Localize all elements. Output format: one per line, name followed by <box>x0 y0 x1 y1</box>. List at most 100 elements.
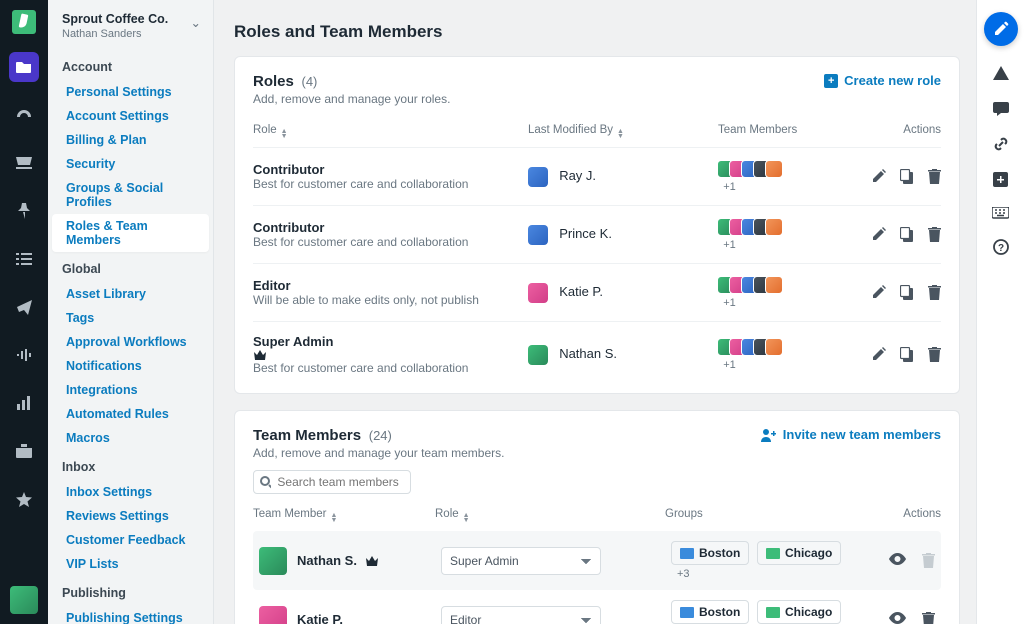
group-chip-chicago[interactable]: Chicago <box>757 541 841 565</box>
delete-icon[interactable] <box>928 285 941 300</box>
sidebar-item[interactable]: Customer Feedback <box>52 528 209 552</box>
sidebar-item[interactable]: Groups & Social Profiles <box>52 176 209 214</box>
team-members-col: +1 <box>717 160 872 193</box>
edit-icon[interactable] <box>872 227 886 242</box>
duplicate-icon[interactable] <box>900 227 914 242</box>
role-row: Super Admin Best for customer care and c… <box>253 321 941 387</box>
view-icon[interactable] <box>889 553 906 568</box>
rail-item-listening[interactable] <box>9 340 39 370</box>
duplicate-icon[interactable] <box>900 347 914 362</box>
team-members-card: Team Members (24) Add, remove and manage… <box>234 410 960 624</box>
rail-item-reviews[interactable] <box>9 484 39 514</box>
search-team-members[interactable] <box>253 470 411 494</box>
sidebar-item[interactable]: Security <box>52 152 209 176</box>
sidebar-section-inbox: Inbox <box>48 450 213 480</box>
edit-icon[interactable] <box>872 169 886 184</box>
team-members-col: +1 <box>717 276 872 309</box>
rail-item-reports[interactable] <box>9 388 39 418</box>
chat-icon[interactable] <box>993 101 1009 116</box>
folder-icon <box>16 60 32 74</box>
team-members-col: +1 <box>717 218 872 251</box>
col-modified[interactable]: Last Modified By▲▼ <box>528 124 718 139</box>
folder-icon <box>680 607 694 618</box>
avatar <box>765 338 783 356</box>
rail-item-inbox[interactable] <box>9 148 39 178</box>
duplicate-icon[interactable] <box>900 285 914 300</box>
sidebar-item[interactable]: Account Settings <box>52 104 209 128</box>
link-icon[interactable] <box>993 136 1009 152</box>
sidebar-item[interactable]: Billing & Plan <box>52 128 209 152</box>
sidebar-item[interactable]: Inbox Settings <box>52 480 209 504</box>
add-icon[interactable] <box>993 172 1008 187</box>
col-actions: Actions <box>855 508 941 523</box>
sidebar-item[interactable]: VIP Lists <box>52 552 209 576</box>
crown-icon <box>365 555 379 567</box>
duplicate-icon[interactable] <box>900 169 914 184</box>
rail-item-dashboard[interactable] <box>9 100 39 130</box>
keyboard-icon[interactable] <box>992 207 1009 219</box>
sort-icon: ▲▼ <box>617 129 624 139</box>
sidebar-section-account: Account <box>48 50 213 80</box>
rail-item-tools[interactable] <box>9 436 39 466</box>
avatar <box>528 167 548 187</box>
sidebar-item[interactable]: Notifications <box>52 354 209 378</box>
invite-members-button[interactable]: Invite new team members <box>761 427 941 442</box>
more-groups: +3 <box>677 568 690 580</box>
sidebar-item[interactable]: Personal Settings <box>52 80 209 104</box>
modified-by: Prince K. <box>528 225 718 245</box>
sidebar-item[interactable]: Reviews Settings <box>52 504 209 528</box>
sidebar-item[interactable]: Publishing Settings <box>52 606 209 624</box>
sidebar-item[interactable]: Tags <box>52 306 209 330</box>
rail-item-compose[interactable] <box>9 52 39 82</box>
edit-icon[interactable] <box>872 285 886 300</box>
view-icon[interactable] <box>889 612 906 624</box>
folder-icon <box>766 548 780 559</box>
edit-icon[interactable] <box>872 347 886 362</box>
sidebar-item[interactable]: Roles & Team Members <box>52 214 209 252</box>
sidebar-item[interactable]: Asset Library <box>52 282 209 306</box>
star-icon <box>16 492 32 507</box>
alert-icon[interactable] <box>993 66 1009 81</box>
rail-item-feeds[interactable] <box>9 244 39 274</box>
sidebar-item[interactable]: Macros <box>52 426 209 450</box>
sidebar-section-publishing: Publishing <box>48 576 213 606</box>
sidebar-item[interactable]: Integrations <box>52 378 209 402</box>
compose-button[interactable] <box>984 12 1018 46</box>
role-select[interactable]: Editor <box>441 606 601 624</box>
settings-sidebar: Sprout Coffee Co. Nathan Sanders ⌄ Accou… <box>48 0 214 624</box>
sidebar-item[interactable]: Approval Workflows <box>52 330 209 354</box>
role-select[interactable]: Super Admin <box>441 547 601 575</box>
avatar <box>528 345 548 365</box>
member-name: Katie P. <box>297 612 343 624</box>
chevron-down-icon: ⌄ <box>191 15 201 30</box>
delete-icon[interactable] <box>922 612 935 624</box>
col-role[interactable]: Role▲▼ <box>253 124 528 139</box>
rail-item-pin[interactable] <box>9 196 39 226</box>
sidebar-item[interactable]: Automated Rules <box>52 402 209 426</box>
search-input[interactable] <box>277 475 404 489</box>
col-role[interactable]: Role▲▼ <box>435 508 665 523</box>
org-switcher[interactable]: Sprout Coffee Co. Nathan Sanders ⌄ <box>48 0 213 50</box>
group-chip-chicago[interactable]: Chicago <box>757 600 841 624</box>
create-role-button[interactable]: + Create new role <box>824 73 941 88</box>
delete-icon[interactable] <box>928 169 941 184</box>
avatar <box>765 160 783 178</box>
help-icon[interactable]: ? <box>993 239 1009 255</box>
sort-icon: ▲▼ <box>281 129 288 139</box>
group-chip-boston[interactable]: Boston <box>671 600 749 624</box>
sidebar-section-global: Global <box>48 252 213 282</box>
delete-icon[interactable] <box>928 227 941 242</box>
delete-icon[interactable] <box>928 347 941 362</box>
roles-column-header: Role▲▼ Last Modified By▲▼ Team Members A… <box>253 116 941 147</box>
folder-icon <box>766 607 780 618</box>
more-count: +1 <box>723 181 736 193</box>
rail-item-publishing[interactable] <box>9 292 39 322</box>
paper-plane-icon <box>17 300 32 315</box>
group-chip-boston[interactable]: Boston <box>671 541 749 565</box>
svg-text:?: ? <box>997 243 1003 254</box>
col-team-member[interactable]: Team Member▲▼ <box>253 508 435 523</box>
plus-icon: + <box>824 74 838 88</box>
member-name: Nathan S. <box>297 553 357 568</box>
org-user: Nathan Sanders <box>62 28 199 40</box>
rail-user-avatar[interactable] <box>10 586 38 614</box>
